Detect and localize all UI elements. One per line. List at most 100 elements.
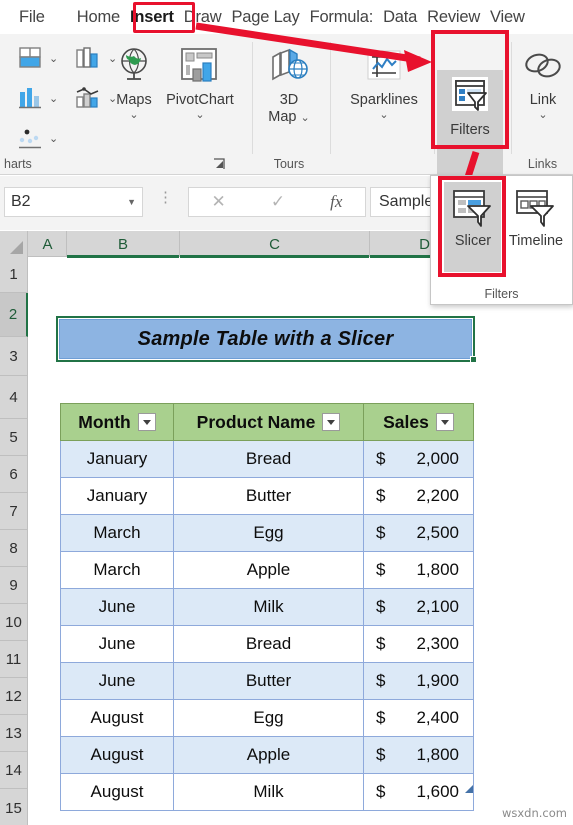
cell-product[interactable]: Egg — [173, 514, 364, 552]
title-cell-b2[interactable]: Sample Table with a Slicer — [59, 319, 472, 359]
cell-sales[interactable]: $ 1,800 — [363, 736, 474, 774]
cell-month[interactable]: August — [60, 699, 174, 737]
tab-page-layout[interactable]: Page Lay — [226, 4, 304, 31]
row-header-1[interactable]: 1 — [0, 257, 28, 293]
chevron-down-icon[interactable]: ⌄ — [49, 92, 58, 105]
scatter-chart-icon[interactable]: ⌄ — [18, 126, 58, 150]
row-header-15[interactable]: 15 — [0, 789, 28, 825]
filter-dropdown-month-icon[interactable] — [137, 413, 156, 431]
pivotchart-button[interactable]: PivotChart ⌄ — [148, 40, 252, 121]
filter-dropdown-product-icon[interactable] — [322, 413, 341, 431]
chevron-down-icon[interactable]: ⌄ — [538, 110, 547, 121]
chevron-down-icon[interactable]: ⌄ — [301, 112, 310, 124]
cell-product[interactable]: Milk — [173, 588, 364, 626]
column-header-a[interactable]: A — [29, 231, 67, 257]
cell-sales[interactable]: $ 2,200 — [363, 477, 474, 515]
table-row[interactable]: August Milk $ 1,600 — [60, 773, 474, 811]
cell-month[interactable]: January — [60, 440, 174, 478]
column-header-b[interactable]: B — [67, 231, 180, 258]
name-box[interactable]: B2 ▼ — [4, 187, 143, 217]
cell-product[interactable]: Bread — [173, 440, 364, 478]
cell-product[interactable]: Egg — [173, 699, 364, 737]
tab-view[interactable]: View — [485, 4, 530, 31]
cell-month[interactable]: June — [60, 662, 174, 700]
cell-sales[interactable]: $ 1,600 — [363, 773, 474, 811]
charts-dialog-launcher-icon[interactable] — [213, 158, 226, 171]
timeline-button[interactable]: Timeline — [507, 183, 565, 268]
row-header-6[interactable]: 6 — [0, 456, 28, 493]
row-header-4[interactable]: 4 — [0, 376, 28, 419]
chevron-down-icon[interactable]: ⌄ — [195, 110, 204, 121]
cell-sales[interactable]: $ 2,500 — [363, 514, 474, 552]
cell-product[interactable]: Milk — [173, 773, 364, 811]
row-header-5[interactable]: 5 — [0, 419, 28, 456]
cell-product[interactable]: Bread — [173, 625, 364, 663]
cell-product[interactable]: Apple — [173, 551, 364, 589]
tab-review[interactable]: Review — [422, 4, 485, 31]
row-header-9[interactable]: 9 — [0, 567, 28, 604]
table-row[interactable]: March Apple $ 1,800 — [60, 551, 474, 589]
waterfall-chart-icon[interactable]: ⌄ — [18, 46, 58, 70]
slicer-button[interactable]: Slicer — [444, 183, 502, 268]
table-row[interactable]: June Bread $ 2,300 — [60, 625, 474, 663]
table-header-sales[interactable]: Sales — [363, 403, 474, 441]
cell-month[interactable]: March — [60, 514, 174, 552]
table-row[interactable]: August Apple $ 1,800 — [60, 736, 474, 774]
table-header-month[interactable]: Month — [60, 403, 174, 441]
table-row[interactable]: March Egg $ 2,500 — [60, 514, 474, 552]
cell-month[interactable]: June — [60, 588, 174, 626]
filters-button[interactable]: Filters ⌄ — [437, 70, 503, 177]
tab-formulas[interactable]: Formula: — [305, 4, 379, 31]
column-chart-icon[interactable]: ⌄ — [18, 86, 58, 110]
sparklines-button[interactable]: Sparklines ⌄ — [348, 40, 420, 121]
cell-month[interactable]: January — [60, 477, 174, 515]
table-row[interactable]: January Bread $ 2,000 — [60, 440, 474, 478]
table-row[interactable]: January Butter $ 2,200 — [60, 477, 474, 515]
cell-product[interactable]: Butter — [173, 662, 364, 700]
row-header-2[interactable]: 2 — [0, 293, 28, 337]
cell-product[interactable]: Apple — [173, 736, 364, 774]
chevron-down-icon[interactable]: ⌄ — [465, 140, 474, 151]
cell-sales[interactable]: $ 2,000 — [363, 440, 474, 478]
row-header-14[interactable]: 14 — [0, 752, 28, 789]
tab-draw[interactable]: Draw — [179, 4, 227, 31]
tab-data[interactable]: Data — [378, 4, 422, 31]
cell-month[interactable]: March — [60, 551, 174, 589]
cell-sales[interactable]: $ 1,800 — [363, 551, 474, 589]
cell-product[interactable]: Butter — [173, 477, 364, 515]
cell-month[interactable]: June — [60, 625, 174, 663]
row-header-7[interactable]: 7 — [0, 493, 28, 530]
chevron-down-icon[interactable]: ⌄ — [49, 132, 58, 145]
tab-file[interactable]: File — [14, 4, 50, 31]
chevron-down-icon[interactable]: ⌄ — [379, 110, 388, 121]
chevron-down-icon[interactable]: ⌄ — [49, 52, 58, 65]
table-resize-handle[interactable] — [465, 785, 473, 793]
cell-sales[interactable]: $ 2,100 — [363, 588, 474, 626]
3d-map-button[interactable]: 3D Map ⌄ — [253, 40, 325, 126]
filter-dropdown-sales-icon[interactable] — [435, 413, 454, 431]
cell-month[interactable]: August — [60, 736, 174, 774]
link-button[interactable]: Link ⌄ — [507, 40, 573, 121]
chevron-down-icon[interactable]: ⌄ — [129, 110, 138, 121]
row-header-13[interactable]: 13 — [0, 715, 28, 752]
cell-month[interactable]: August — [60, 773, 174, 811]
row-header-8[interactable]: 8 — [0, 530, 28, 567]
row-header-11[interactable]: 11 — [0, 641, 28, 678]
table-header-product[interactable]: Product Name — [173, 403, 364, 441]
chevron-down-icon[interactable]: ▼ — [127, 197, 136, 207]
fill-handle[interactable] — [470, 356, 477, 363]
confirm-check-icon[interactable]: ✓ — [271, 192, 285, 212]
select-all-corner[interactable] — [0, 231, 28, 257]
row-header-12[interactable]: 12 — [0, 678, 28, 715]
row-header-3[interactable]: 3 — [0, 337, 28, 376]
fx-icon[interactable]: fx — [330, 192, 342, 212]
row-header-10[interactable]: 10 — [0, 604, 28, 641]
column-header-c[interactable]: C — [180, 231, 370, 258]
cell-sales[interactable]: $ 2,300 — [363, 625, 474, 663]
tab-home[interactable]: Home — [72, 4, 125, 31]
cell-sales[interactable]: $ 1,900 — [363, 662, 474, 700]
table-row[interactable]: August Egg $ 2,400 — [60, 699, 474, 737]
cancel-x-icon[interactable]: ✕ — [212, 192, 226, 212]
tab-insert[interactable]: Insert — [125, 4, 179, 31]
table-row[interactable]: June Butter $ 1,900 — [60, 662, 474, 700]
